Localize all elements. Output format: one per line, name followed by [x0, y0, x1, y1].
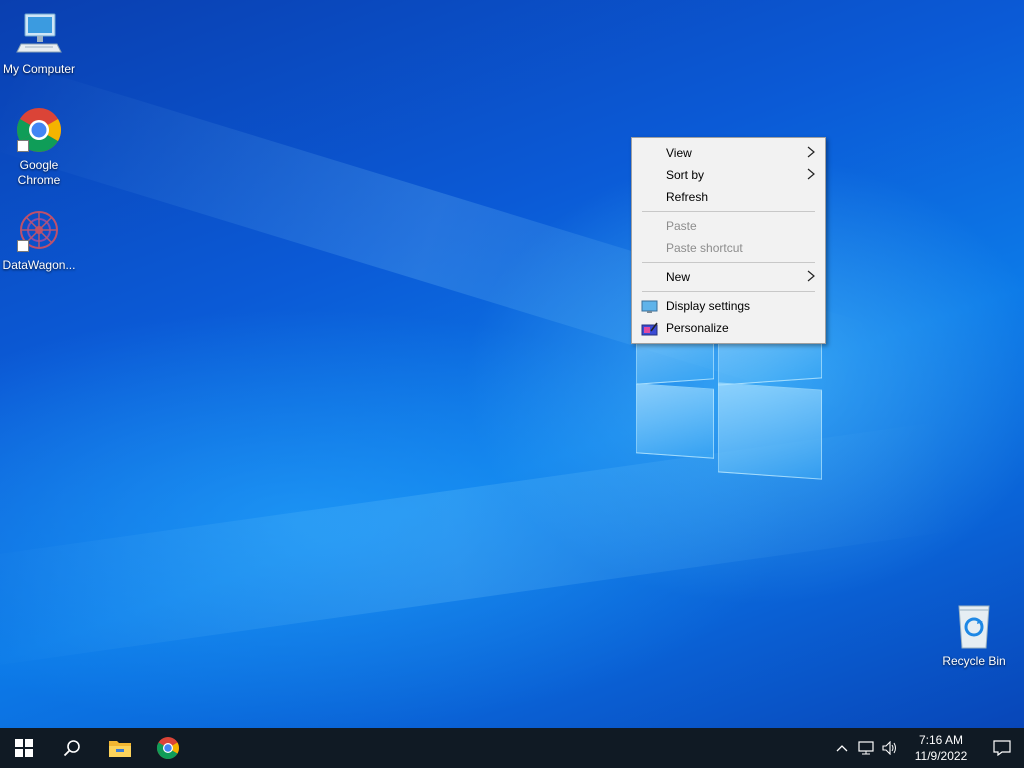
volume-button[interactable]	[878, 728, 902, 768]
menu-separator	[632, 288, 825, 295]
menu-item-view[interactable]: View	[632, 142, 825, 164]
personalize-icon	[641, 321, 658, 336]
shortcut-arrow-icon	[17, 240, 29, 252]
desktop-icon-recycle-bin[interactable]: Recycle Bin	[936, 602, 1012, 669]
show-hidden-icons-button[interactable]	[830, 728, 854, 768]
menu-item-label: Display settings	[666, 299, 751, 313]
file-explorer-icon	[109, 741, 131, 757]
menu-item-label: Personalize	[666, 321, 729, 335]
desktop-icon-label: Google Chrome	[17, 158, 61, 187]
computer-icon	[15, 10, 63, 58]
volume-icon	[882, 741, 896, 755]
search-button[interactable]	[48, 728, 96, 768]
menu-item-label: Refresh	[666, 190, 709, 204]
desktop-context-menu: View Sort by Refresh Paste Paste shortcu…	[631, 137, 826, 344]
chrome-taskbar-button[interactable]	[144, 728, 192, 768]
desktop-icon-datawagon[interactable]: DataWagon...	[1, 206, 77, 273]
file-explorer-button[interactable]	[96, 728, 144, 768]
menu-item-label: Paste shortcut	[666, 241, 743, 255]
datawagon-icon	[15, 206, 63, 254]
system-tray: 7:16 AM 11/9/2022	[830, 728, 1024, 768]
chrome-icon	[157, 737, 179, 759]
menu-separator	[632, 208, 825, 215]
network-button[interactable]	[854, 728, 878, 768]
desktop-icon-label: DataWagon...	[2, 258, 76, 272]
chevron-right-icon	[807, 142, 815, 164]
menu-item-label: View	[666, 146, 692, 160]
desktop-wallpaper[interactable]	[0, 0, 1024, 728]
chevron-right-icon	[807, 164, 815, 186]
menu-item-label: Paste	[666, 219, 697, 233]
desktop-icon-my-computer[interactable]: My Computer	[1, 10, 77, 77]
menu-item-sort-by[interactable]: Sort by	[632, 164, 825, 186]
shortcut-arrow-icon	[17, 140, 29, 152]
menu-item-new[interactable]: New	[632, 266, 825, 288]
desktop-icon-google-chrome[interactable]: Google Chrome	[1, 106, 77, 188]
menu-item-paste: Paste	[632, 215, 825, 237]
start-icon	[15, 739, 33, 757]
menu-item-label: New	[666, 270, 691, 284]
action-center-button[interactable]	[980, 728, 1024, 768]
clock-time: 7:16 AM	[918, 733, 964, 747]
menu-separator	[632, 259, 825, 266]
chrome-icon	[15, 106, 63, 154]
menu-item-paste-shortcut: Paste shortcut	[632, 237, 825, 259]
chevron-right-icon	[807, 266, 815, 288]
taskbar: 7:16 AM 11/9/2022	[0, 728, 1024, 768]
taskbar-clock[interactable]: 7:16 AM 11/9/2022	[902, 732, 980, 764]
desktop-icon-label: Recycle Bin	[942, 654, 1006, 668]
menu-item-label: Sort by	[666, 168, 705, 182]
menu-item-refresh[interactable]: Refresh	[632, 186, 825, 208]
network-icon	[858, 741, 874, 755]
chevron-up-icon	[836, 745, 848, 752]
start-button[interactable]	[0, 728, 48, 768]
menu-item-personalize[interactable]: Personalize	[632, 317, 825, 339]
recycle-bin-icon	[950, 602, 998, 650]
search-icon	[63, 740, 80, 757]
display-settings-icon	[641, 299, 658, 313]
desktop-icon-label: My Computer	[2, 62, 76, 76]
menu-item-display-settings[interactable]: Display settings	[632, 295, 825, 317]
clock-date: 11/9/2022	[914, 749, 968, 763]
notification-icon	[993, 740, 1011, 756]
